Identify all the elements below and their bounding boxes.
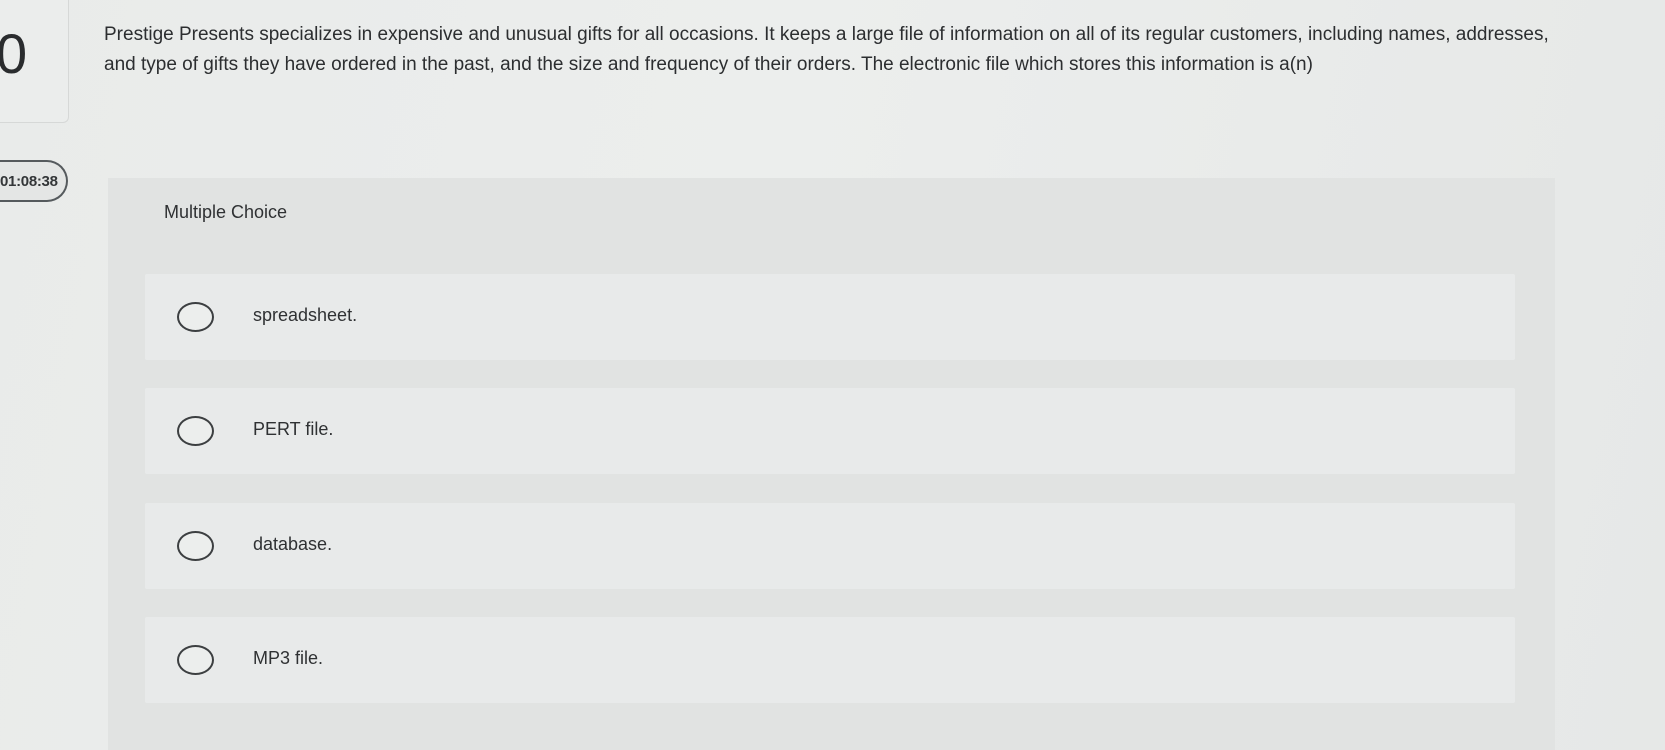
- choice-option-database[interactable]: database.: [145, 503, 1515, 589]
- question-number-box: 0: [0, 0, 69, 123]
- choice-option-pert-file[interactable]: PERT file.: [145, 388, 1515, 474]
- choice-option-spreadsheet[interactable]: spreadsheet.: [145, 274, 1515, 360]
- choice-label: spreadsheet.: [253, 305, 358, 325]
- question-prompt: Prestige Presents specializes in expensi…: [104, 24, 1549, 75]
- radio-button-icon[interactable]: [177, 531, 214, 561]
- choice-label: PERT file.: [253, 419, 334, 439]
- timer-badge: 01:08:38: [0, 160, 68, 202]
- timer-text: 01:08:38: [0, 173, 58, 190]
- choice-option-mp3-file[interactable]: MP3 file.: [145, 617, 1515, 703]
- question-number: 0: [0, 22, 28, 85]
- left-rail: 0 01:08:38: [0, 0, 72, 750]
- choices-heading: Multiple Choice: [164, 202, 288, 222]
- choice-label: database.: [253, 534, 333, 554]
- radio-button-icon[interactable]: [177, 416, 214, 446]
- multiple-choice-panel: Multiple Choice spreadsheet. PERT file. …: [108, 178, 1555, 750]
- radio-button-icon[interactable]: [177, 302, 214, 332]
- choice-label: MP3 file.: [253, 648, 324, 668]
- radio-button-icon[interactable]: [177, 645, 214, 675]
